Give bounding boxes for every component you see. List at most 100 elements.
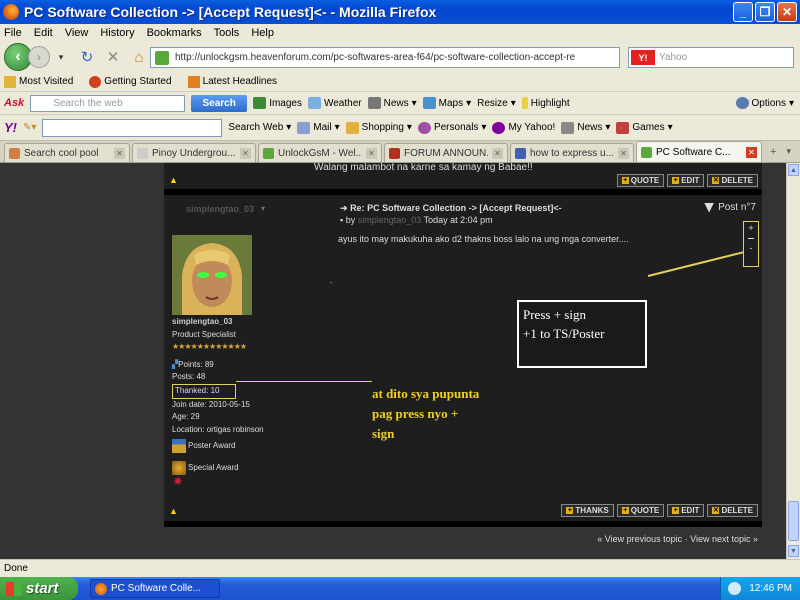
tab-label: Search cool pool <box>24 147 99 159</box>
network-icon[interactable] <box>728 582 742 595</box>
tab-close-icon[interactable]: ✕ <box>366 147 377 159</box>
taskbar-firefox-item[interactable]: PC Software Colle... <box>90 579 220 598</box>
user-thanked: Thanked: 10 <box>172 383 236 399</box>
edit-button[interactable]: + EDIT <box>667 174 705 187</box>
news-icon <box>561 121 575 134</box>
menu-history[interactable]: History <box>100 27 134 39</box>
menu-tools[interactable]: Tools <box>214 27 240 39</box>
menu-view[interactable]: View <box>65 27 89 39</box>
tab-how-to-express[interactable]: how to express u... ✕ <box>510 143 634 162</box>
scroll-top-icon[interactable]: ▲ <box>169 175 178 185</box>
ask-maps[interactable]: Maps ▾ <box>422 97 471 109</box>
dropdown-icon[interactable]: ▾ <box>52 48 70 66</box>
ask-news[interactable]: News ▾ <box>367 97 417 109</box>
menu-help[interactable]: Help <box>251 27 274 39</box>
news-icon <box>367 97 381 109</box>
close-button[interactable]: ✕ <box>777 2 797 22</box>
scroll-up-arrow[interactable]: ▲ <box>788 164 799 176</box>
poster-award-label: Poster Award <box>188 441 236 451</box>
username-dropdown-icon[interactable]: ▾ <box>261 204 265 213</box>
url-text: http://unlockgsm.heavenforum.com/pc-soft… <box>175 52 576 63</box>
tab-close-icon[interactable]: ✕ <box>746 146 757 158</box>
tab-unlockgsm[interactable]: UnlockGsM - Wel... ✕ <box>258 143 382 162</box>
bookmark-most-visited[interactable]: Most Visited <box>4 75 73 88</box>
quote-icon: + <box>621 507 629 514</box>
delete-button[interactable]: ✕ DELETE <box>707 174 758 187</box>
menu-file[interactable]: File <box>4 27 22 39</box>
tab-close-icon[interactable]: ✕ <box>618 147 629 159</box>
maximize-button[interactable]: ❐ <box>755 2 775 22</box>
pencil-icon[interactable]: ✎▾ <box>23 122 36 133</box>
delete-label: DELETE <box>721 506 753 515</box>
status-bar: Done <box>0 559 800 577</box>
home-icon[interactable]: ⌂ <box>130 48 148 66</box>
vote-plus-button[interactable]: + <box>744 222 758 235</box>
quote-button[interactable]: + QUOTE <box>616 174 665 187</box>
scroll-down-arrow[interactable]: ▼ <box>788 545 799 557</box>
menu-edit[interactable]: Edit <box>34 27 53 39</box>
thanks-button[interactable]: + THANKS <box>561 504 614 517</box>
tab-bar: Search cool pool ✕ Pinoy Undergrou... ✕ Un… <box>0 141 800 163</box>
tab-list-icon[interactable]: ▾ <box>786 146 791 157</box>
yahoo-games[interactable]: Games ▾ <box>616 121 673 134</box>
post-username[interactable]: simplengtao_03 <box>186 204 254 214</box>
post-actions-bottom: + THANKS + QUOTE + EDIT ✕ DELETE <box>561 504 758 517</box>
bookmark-latest-headlines[interactable]: Latest Headlines <box>187 75 277 88</box>
ask-highlight[interactable]: Highlight <box>521 97 570 109</box>
special-award-label: Special Award <box>188 463 239 473</box>
ask-search-button[interactable]: Search <box>191 94 248 112</box>
ask-logo[interactable]: Ask <box>4 97 24 109</box>
yahoo-engine-icon[interactable]: Y! <box>631 50 655 65</box>
scrollbar-thumb[interactable] <box>788 501 799 541</box>
ask-weather[interactable]: Weather <box>307 97 362 109</box>
ask-item-label: Images <box>269 97 302 109</box>
tab-search-cool-pool[interactable]: Search cool pool ✕ <box>4 143 130 162</box>
tab-close-icon[interactable]: ✕ <box>240 147 251 159</box>
ask-images[interactable]: Images <box>253 97 302 109</box>
ask-resize[interactable]: Resize ▾ <box>477 98 516 109</box>
ask-options[interactable]: Options ▾ <box>735 97 794 109</box>
menu-bookmarks[interactable]: Bookmarks <box>147 27 202 39</box>
post-title[interactable]: Re: PC Software Collection -> [Accept Re… <box>350 203 562 213</box>
previous-post-signature: Walang malambot na karne sa kamay ng Bab… <box>314 163 533 173</box>
reload-icon[interactable]: ↻ <box>78 48 96 66</box>
yahoo-logo[interactable]: Y! <box>4 120 17 135</box>
yahoo-personals[interactable]: Personals ▾ <box>417 121 486 134</box>
tab-pinoy-underground[interactable]: Pinoy Undergrou... ✕ <box>132 143 256 162</box>
ask-search-input[interactable]: Search the web <box>30 94 186 112</box>
quote-button[interactable]: + QUOTE <box>616 504 665 517</box>
start-button[interactable]: start <box>0 577 78 600</box>
forward-button[interactable]: › <box>28 46 50 68</box>
vote-minus-button[interactable]: - <box>744 242 758 255</box>
yahoo-my-yahoo[interactable]: My Yahoo! <box>492 121 555 134</box>
window-title: PC Software Collection -> [Accept Reques… <box>24 4 437 20</box>
vertical-scrollbar[interactable]: ▲ ▼ <box>786 163 800 559</box>
tab-close-icon[interactable]: ✕ <box>114 147 125 159</box>
scroll-top-icon[interactable]: ▲ <box>169 506 178 516</box>
tab-close-icon[interactable]: ✕ <box>492 147 503 159</box>
topic-nav-links[interactable]: « View previous topic · View next topic … <box>597 534 758 544</box>
yahoo-mail[interactable]: Mail ▾ <box>297 121 340 134</box>
stop-icon[interactable]: ✕ <box>104 48 122 66</box>
new-tab-icon[interactable]: + <box>770 146 776 158</box>
minimize-button[interactable]: _ <box>733 2 753 22</box>
yahoo-shopping[interactable]: Shopping ▾ <box>345 121 412 134</box>
user-name[interactable]: simplengtao_03 <box>172 316 264 329</box>
post-link-icon[interactable]: ➔ <box>340 203 348 213</box>
url-bar[interactable]: http://unlockgsm.heavenforum.com/pc-soft… <box>150 47 620 68</box>
bookmark-getting-started[interactable]: Getting Started <box>89 75 172 88</box>
yahoo-news[interactable]: News ▾ <box>561 121 610 134</box>
tab-pc-software[interactable]: PC Software C... ✕ <box>636 141 762 162</box>
delete-button[interactable]: ✕ DELETE <box>707 504 758 517</box>
tab-forum-announcement[interactable]: FORUM ANNOUN... ✕ <box>384 143 508 162</box>
right-margin <box>762 163 786 559</box>
post-number-label[interactable]: Post n°7 <box>718 202 756 213</box>
yahoo-search-input[interactable] <box>42 118 223 137</box>
yahoo-search-web[interactable]: Search Web ▾ <box>228 122 291 133</box>
search-bar[interactable]: Y! Yahoo <box>628 47 794 68</box>
user-points: Points: 89 <box>178 359 214 369</box>
post-author[interactable]: simplengtao_03 <box>358 215 422 225</box>
annotation-text-line1: at dito sya pupunta <box>372 386 480 401</box>
edit-button[interactable]: + EDIT <box>667 504 705 517</box>
topic-navigation: « View previous topic · View next topic … <box>164 527 762 559</box>
